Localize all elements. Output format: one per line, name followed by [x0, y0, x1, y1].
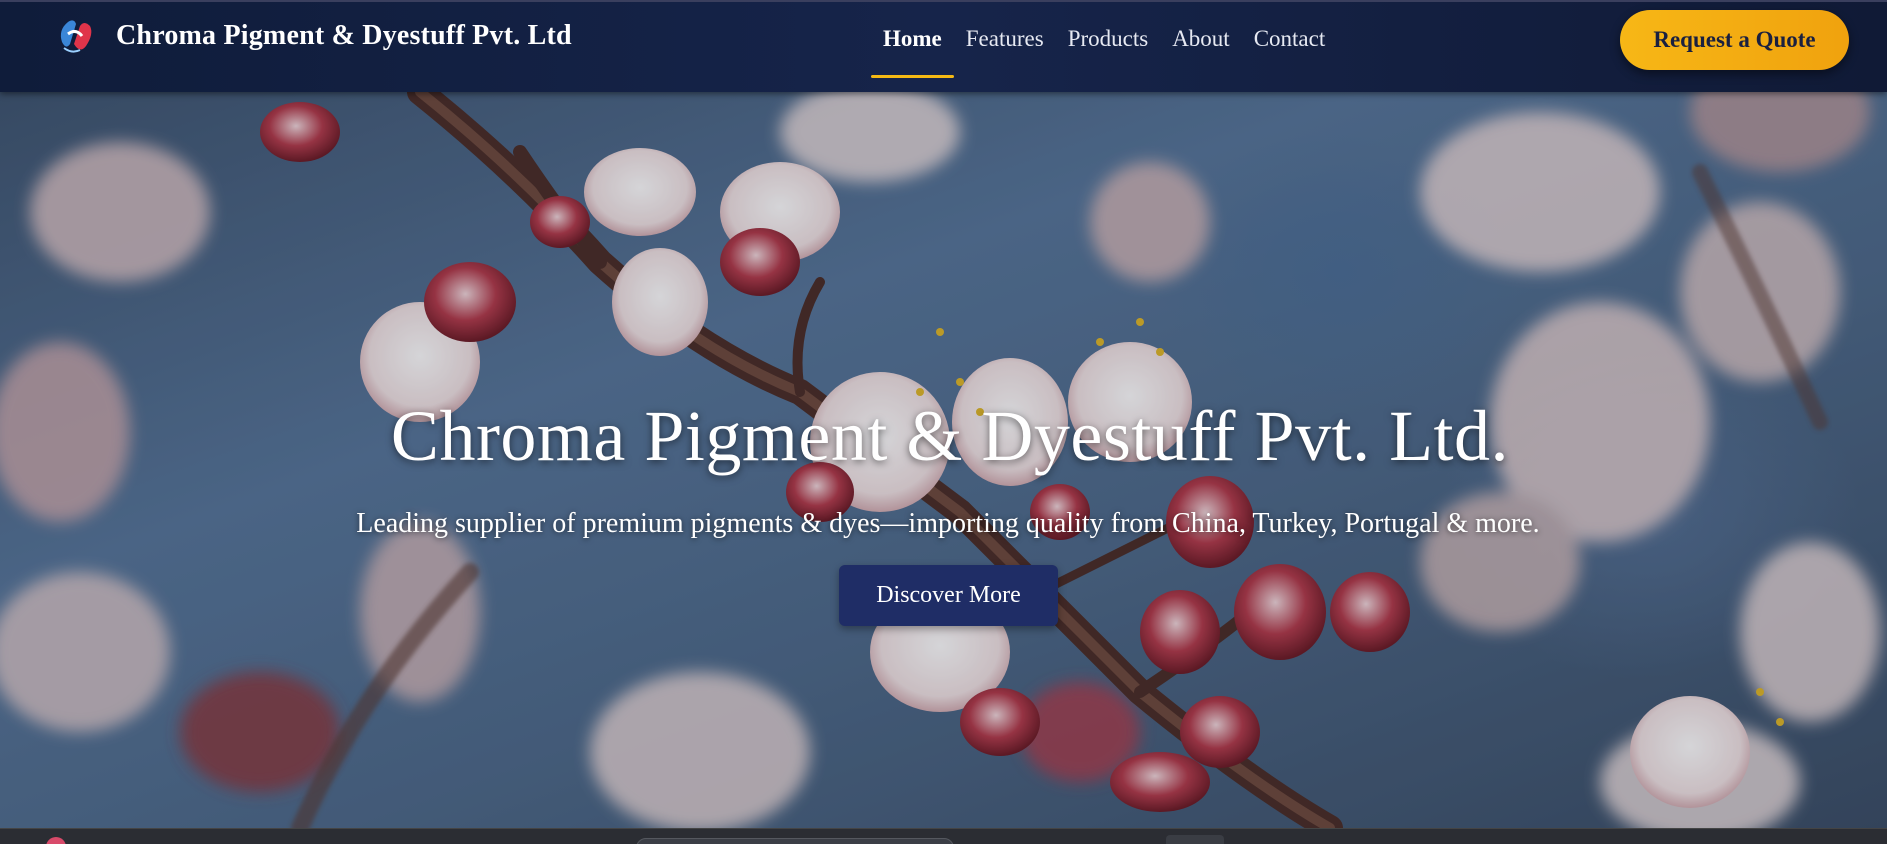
chroma-logo-icon	[54, 14, 98, 58]
nav-link-features[interactable]: Features	[954, 2, 1056, 78]
brand-name: Chroma Pigment & Dyestuff Pvt. Ltd	[116, 20, 572, 51]
strip-button[interactable]	[1166, 835, 1224, 844]
hero-subtitle: Leading supplier of premium pigments & d…	[356, 508, 1540, 539]
brand[interactable]: Chroma Pigment & Dyestuff Pvt. Ltd	[54, 14, 572, 58]
nav-link-home[interactable]: Home	[871, 2, 954, 78]
top-navbar: Chroma Pigment & Dyestuff Pvt. Ltd Home …	[0, 0, 1887, 92]
nav-link-about[interactable]: About	[1160, 2, 1242, 78]
bottom-strip	[0, 828, 1887, 844]
request-quote-button[interactable]: Request a Quote	[1620, 10, 1849, 70]
app-icon[interactable]	[46, 837, 66, 844]
hero-section: Chroma Pigment & Dyestuff Pvt. Ltd. Lead…	[0, 92, 1887, 828]
discover-more-button[interactable]: Discover More	[839, 565, 1058, 626]
nav-link-products[interactable]: Products	[1056, 2, 1161, 78]
hero-title: Chroma Pigment & Dyestuff Pvt. Ltd.	[390, 396, 1510, 476]
search-pill[interactable]	[636, 838, 954, 844]
nav-link-contact[interactable]: Contact	[1242, 2, 1338, 78]
main-nav: Home Features Products About Contact	[871, 2, 1337, 94]
